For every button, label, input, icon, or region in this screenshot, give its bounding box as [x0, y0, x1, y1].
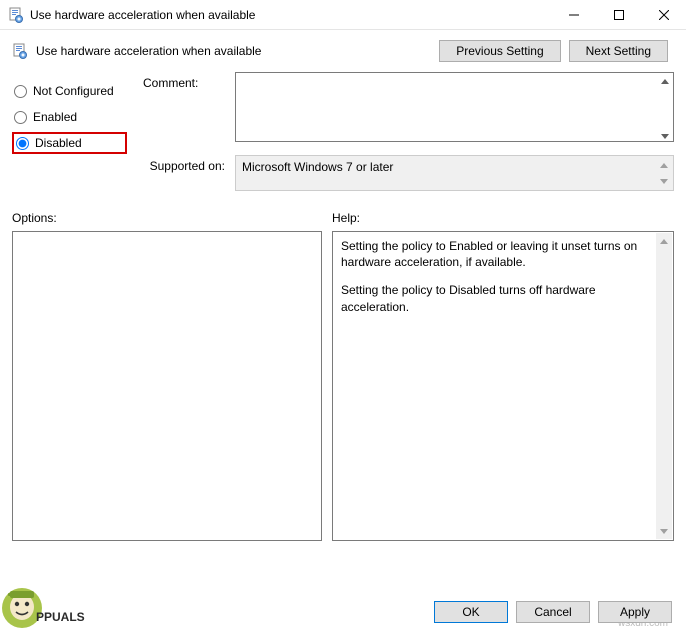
radio-label: Disabled — [35, 136, 82, 150]
state-column: Not Configured Enabled Disabled — [12, 72, 127, 201]
scroll-down-icon[interactable] — [656, 173, 672, 189]
supported-scroll — [656, 157, 672, 189]
scroll-up-icon[interactable] — [656, 233, 672, 249]
radio-enabled[interactable]: Enabled — [12, 106, 127, 128]
policy-icon — [8, 7, 24, 23]
radio-not-configured[interactable]: Not Configured — [12, 80, 127, 102]
scroll-up-icon[interactable] — [657, 73, 673, 89]
next-setting-button[interactable]: Next Setting — [569, 40, 668, 62]
radio-enabled-input[interactable] — [14, 111, 27, 124]
help-text: Setting the policy to Enabled or leaving… — [341, 238, 653, 315]
comment-label: Comment: — [143, 72, 225, 90]
radio-label: Enabled — [33, 110, 77, 124]
window-title: Use hardware acceleration when available — [30, 8, 255, 22]
minimize-button[interactable] — [551, 0, 596, 30]
supported-value-box: Microsoft Windows 7 or later — [235, 155, 674, 191]
comment-scroll — [657, 73, 673, 144]
content: Not Configured Enabled Disabled Comment: — [0, 68, 686, 545]
maximize-button[interactable] — [596, 0, 641, 30]
options-box — [12, 231, 322, 541]
right-column: Comment: Supported on: Mic — [143, 72, 674, 201]
comment-row: Comment: — [143, 72, 674, 145]
scroll-down-icon[interactable] — [656, 523, 672, 539]
supported-label: Supported on: — [143, 155, 225, 173]
close-button[interactable] — [641, 0, 686, 30]
svg-text:PPUALS: PPUALS — [36, 610, 85, 624]
radio-disabled[interactable]: Disabled — [12, 132, 127, 154]
footer-buttons: OK Cancel Apply — [434, 601, 672, 623]
cancel-button[interactable]: Cancel — [516, 601, 590, 623]
sections-row: Options: Help: Setting the policy to Ena… — [12, 211, 674, 541]
help-paragraph: Setting the policy to Enabled or leaving… — [341, 238, 653, 270]
radio-not-configured-input[interactable] — [14, 85, 27, 98]
apply-button[interactable]: Apply — [598, 601, 672, 623]
help-box: Setting the policy to Enabled or leaving… — [332, 231, 674, 541]
window-controls — [551, 0, 686, 29]
radio-disabled-input[interactable] — [16, 137, 29, 150]
appuals-logo: PPUALS — [0, 573, 130, 633]
policy-icon — [12, 43, 28, 59]
titlebar-left: Use hardware acceleration when available — [8, 7, 255, 23]
nav-buttons: Previous Setting Next Setting — [439, 40, 668, 62]
scroll-up-icon[interactable] — [656, 157, 672, 173]
help-paragraph: Setting the policy to Disabled turns off… — [341, 282, 653, 314]
options-section: Options: — [12, 211, 322, 541]
previous-setting-button[interactable]: Previous Setting — [439, 40, 560, 62]
ok-button[interactable]: OK — [434, 601, 508, 623]
options-label: Options: — [12, 211, 322, 225]
top-grid: Not Configured Enabled Disabled Comment: — [12, 72, 674, 201]
supported-row: Supported on: Microsoft Windows 7 or lat… — [143, 155, 674, 191]
supported-value: Microsoft Windows 7 or later — [242, 160, 393, 174]
help-section: Help: Setting the policy to Enabled or l… — [332, 211, 674, 541]
help-label: Help: — [332, 211, 674, 225]
titlebar: Use hardware acceleration when available — [0, 0, 686, 30]
radio-label: Not Configured — [33, 84, 114, 98]
help-scrollbar[interactable] — [656, 233, 672, 539]
header-row: Use hardware acceleration when available… — [0, 30, 686, 68]
comment-input[interactable] — [235, 72, 674, 142]
scroll-down-icon[interactable] — [657, 128, 673, 144]
policy-title: Use hardware acceleration when available — [36, 44, 431, 58]
